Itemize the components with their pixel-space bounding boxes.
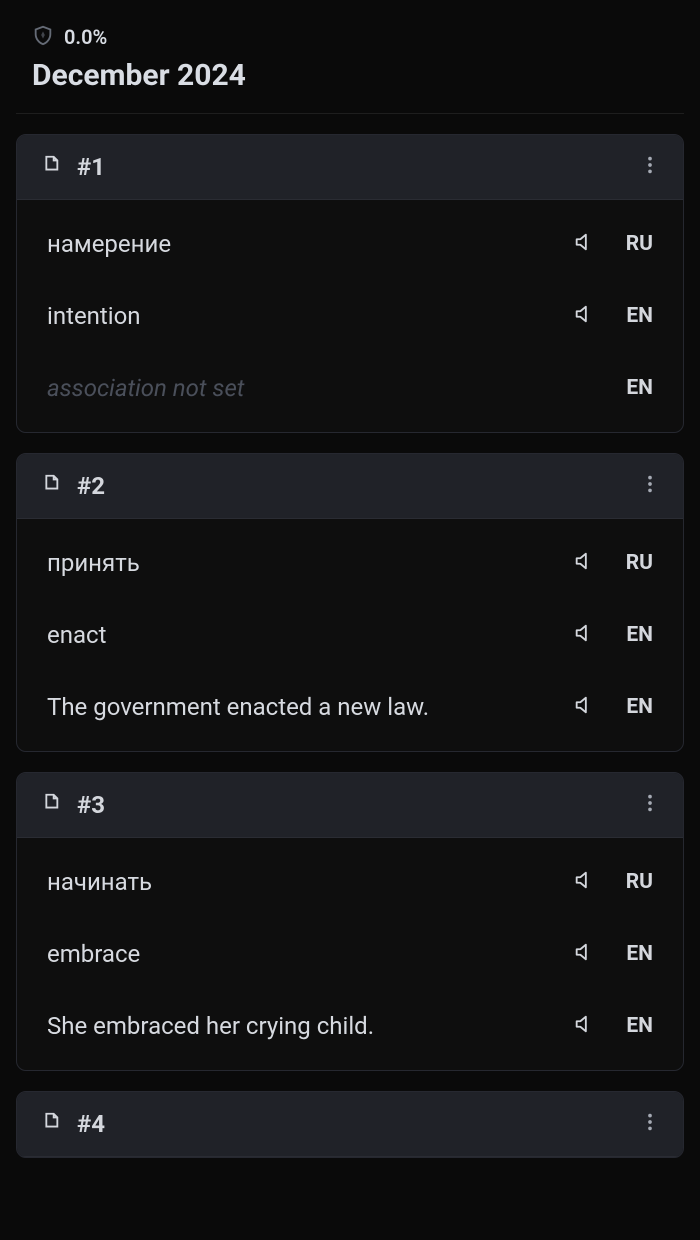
entry-text: принять	[47, 549, 573, 577]
card-body: намерениеRUintentionENassociation not se…	[17, 200, 683, 432]
entry-row: The government enacted a new law. EN	[17, 671, 683, 743]
entry-text: She embraced her crying child.	[47, 1012, 573, 1040]
lang-label: EN	[621, 623, 653, 647]
flashcard: #4	[16, 1091, 684, 1158]
copy-icon[interactable]	[39, 473, 61, 499]
card-header-left: #3	[39, 791, 105, 819]
card-body: принятьRUenactENThe government enacted a…	[17, 519, 683, 751]
header: 0.0% December 2024	[16, 16, 684, 113]
card-body: начинатьRUembraceENShe embraced her cryi…	[17, 838, 683, 1070]
entry-text: начинать	[47, 868, 573, 896]
entry-right: EN	[573, 941, 653, 967]
entry-row: intention EN	[17, 280, 683, 352]
card-number: #3	[77, 791, 105, 819]
entry-right: RU	[573, 869, 653, 895]
entry-placeholder: association not set	[47, 374, 621, 402]
speaker-icon[interactable]	[573, 231, 595, 257]
entry-row: принять RU	[17, 527, 683, 599]
copy-icon[interactable]	[39, 792, 61, 818]
entry-text: намерение	[47, 230, 573, 258]
lang-label: EN	[621, 304, 653, 328]
entry-right: EN	[573, 622, 653, 648]
card-header: #1	[17, 135, 683, 200]
entry-right: EN	[573, 303, 653, 329]
card-number: #4	[77, 1110, 105, 1138]
card-header-left: #1	[39, 153, 105, 181]
lang-label: RU	[621, 870, 653, 894]
copy-icon[interactable]	[39, 154, 61, 180]
flashcard: #3начинатьRUembraceENShe embraced her cr…	[16, 772, 684, 1071]
speaker-icon[interactable]	[573, 622, 595, 648]
lang-label: EN	[621, 942, 653, 966]
speaker-icon[interactable]	[573, 1013, 595, 1039]
entry-row: enact EN	[17, 599, 683, 671]
lang-label: RU	[621, 232, 653, 256]
entry-row: embrace EN	[17, 918, 683, 990]
divider	[16, 113, 684, 114]
flashcard: #2принятьRUenactENThe government enacted…	[16, 453, 684, 752]
progress-row: 0.0%	[32, 24, 668, 50]
entry-row: начинать RU	[17, 846, 683, 918]
speaker-icon[interactable]	[573, 869, 595, 895]
flashcard: #1намерениеRUintentionENassociation not …	[16, 134, 684, 433]
entry-text: The government enacted a new law.	[47, 693, 573, 721]
lang-label: EN	[621, 695, 653, 719]
card-header: #2	[17, 454, 683, 519]
lang-label: EN	[621, 1014, 653, 1038]
speaker-icon[interactable]	[573, 941, 595, 967]
card-header-left: #2	[39, 472, 105, 500]
speaker-icon[interactable]	[573, 694, 595, 720]
card-header: #3	[17, 773, 683, 838]
copy-icon[interactable]	[39, 1111, 61, 1137]
entry-text: enact	[47, 621, 573, 649]
lang-label: EN	[621, 376, 653, 400]
card-number: #2	[77, 472, 105, 500]
card-number: #1	[77, 153, 105, 181]
entry-right: RU	[573, 550, 653, 576]
menu-dots-icon[interactable]	[639, 154, 661, 180]
entry-right: EN	[573, 694, 653, 720]
speaker-icon[interactable]	[573, 303, 595, 329]
menu-dots-icon[interactable]	[639, 1111, 661, 1137]
date-title: December 2024	[32, 58, 668, 93]
speaker-icon[interactable]	[573, 550, 595, 576]
shield-icon	[32, 24, 54, 50]
lang-label: RU	[621, 551, 653, 575]
entry-row: She embraced her crying child. EN	[17, 990, 683, 1062]
entry-right: EN	[573, 1013, 653, 1039]
card-header-left: #4	[39, 1110, 105, 1138]
entry-text: intention	[47, 302, 573, 330]
entry-right: RU	[573, 231, 653, 257]
card-header: #4	[17, 1092, 683, 1157]
entry-text: embrace	[47, 940, 573, 968]
menu-dots-icon[interactable]	[639, 792, 661, 818]
entry-right: EN	[621, 376, 653, 400]
progress-value: 0.0%	[64, 25, 107, 49]
entry-row: намерение RU	[17, 208, 683, 280]
menu-dots-icon[interactable]	[639, 473, 661, 499]
entry-row: association not setEN	[17, 352, 683, 424]
